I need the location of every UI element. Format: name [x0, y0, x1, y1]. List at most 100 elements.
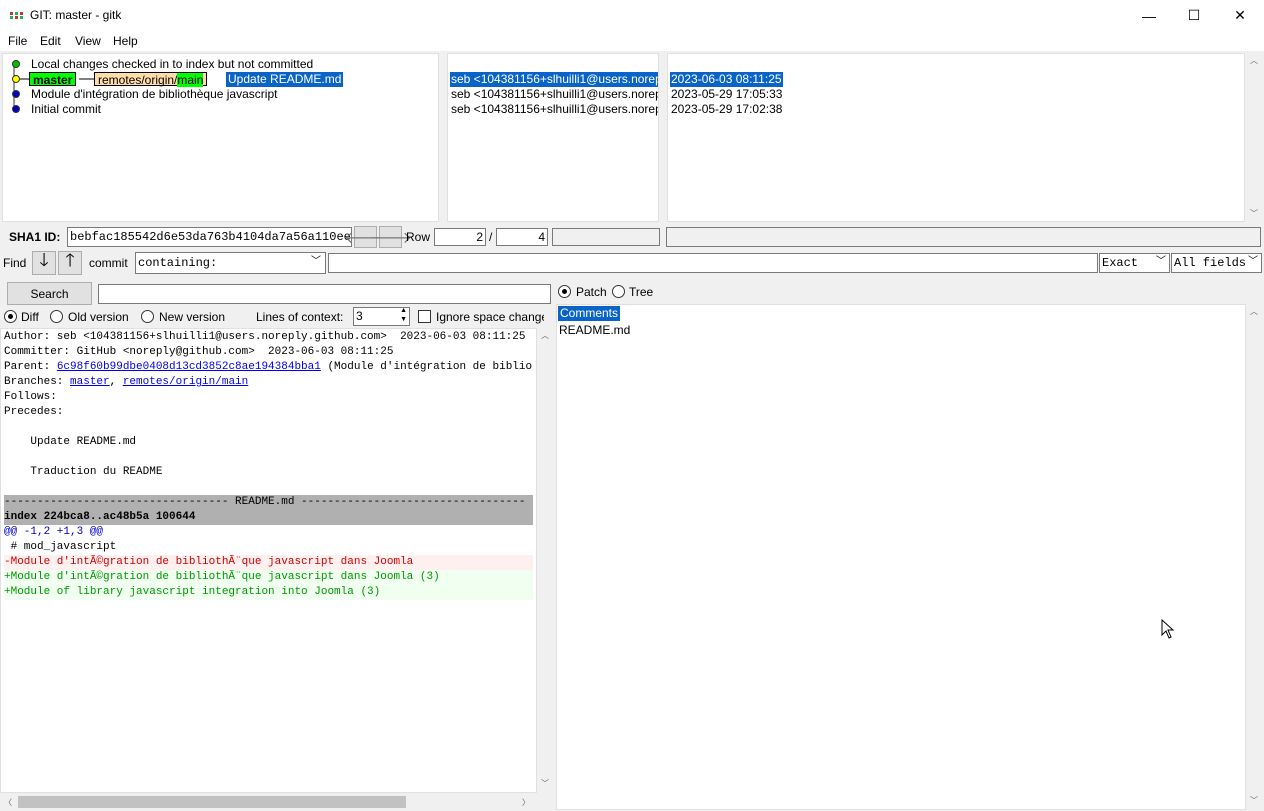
- hunk-header: @@ -1,2 +1,3 @@: [4, 526, 104, 538]
- added-line: +Module of library javascript integratio…: [4, 585, 533, 600]
- commit-subject-selected[interactable]: Update README.md: [226, 72, 344, 87]
- file-item-comments[interactable]: Comments: [558, 306, 621, 321]
- menu-help[interactable]: Help: [113, 34, 138, 48]
- new-version-radio[interactable]: [141, 310, 154, 323]
- chevron-down-icon: ﹀: [1248, 257, 1258, 268]
- row-current: 2: [434, 228, 486, 246]
- commit-date[interactable]: 2023-05-29 17:05:33: [671, 87, 782, 102]
- commit-dot: [12, 60, 20, 68]
- parent-label: Parent:: [4, 361, 57, 373]
- commit-author[interactable]: seb <104381156+slhuilli1@users.noreply.g…: [451, 87, 658, 102]
- added-line: +Module d'intÃ©gration de bibliothÃ¨que …: [4, 570, 533, 585]
- scroll-up-icon[interactable]: ︿: [1250, 55, 1258, 66]
- chevron-down-icon: ﹀: [311, 257, 321, 268]
- commit-date-selected[interactable]: 2023-06-03 08:11:25: [670, 72, 783, 87]
- find-mode-select[interactable]: containing: ﹀: [135, 252, 326, 274]
- match-type-value: Exact: [1102, 256, 1139, 270]
- commit-subject[interactable]: Local changes checked in to index but no…: [31, 57, 313, 72]
- branch-link-remote[interactable]: remotes/origin/main: [123, 376, 248, 388]
- context-line: # mod_javascript: [4, 541, 117, 553]
- deleted-line: -Module d'intÃ©gration de bibliothÃ¨que …: [4, 555, 533, 570]
- diff-author: Author: seb <104381156+slhuilli1@users.n…: [4, 331, 526, 343]
- commit-author-pane[interactable]: seb <104381156+slhuilli1@users.noreply.g…: [447, 53, 659, 222]
- commit-date[interactable]: 2023-05-29 17:02:38: [671, 102, 782, 117]
- branch-tag-master[interactable]: master: [29, 72, 77, 87]
- patch-label: Patch: [576, 285, 607, 299]
- window-title: GIT: master - gitk: [30, 8, 122, 22]
- file-header: ---------------------------------- READM…: [4, 495, 533, 510]
- branch-link-master[interactable]: master: [70, 376, 110, 388]
- diff-vertical-scrollbar[interactable]: ︿ ﹀: [537, 328, 553, 793]
- spinner-arrows-icon[interactable]: ▲ ▼: [400, 308, 407, 324]
- commit-author[interactable]: seb <104381156+slhuilli1@users.noreply.g…: [451, 102, 658, 117]
- commit-subject[interactable]: Initial commit: [31, 102, 101, 117]
- search-button[interactable]: Search: [7, 282, 92, 305]
- find-input[interactable]: [328, 253, 1098, 273]
- diff-committer: Committer: GitHub <noreply@github.com> 2…: [4, 346, 394, 358]
- tag-connector: [79, 78, 95, 80]
- find-next-button[interactable]: 🡓: [32, 250, 56, 275]
- scroll-down-icon[interactable]: ﹀: [541, 778, 549, 789]
- scroll-up-icon[interactable]: ︿: [541, 330, 549, 341]
- diff-radio-label: Diff: [21, 310, 39, 324]
- scrollbar-thumb[interactable]: [18, 796, 406, 808]
- progress-bar: [552, 228, 660, 246]
- branch-separator: ,: [109, 376, 123, 388]
- old-version-radio[interactable]: [50, 310, 63, 323]
- diff-parent: Parent: 6c98f60b99dbe0408d13cd3852c8ae19…: [4, 360, 533, 375]
- parent-hash-link[interactable]: 6c98f60b99dbe0408d13cd3852c8ae194384bba1: [57, 361, 321, 373]
- remote-prefix: remotes/origin/: [98, 73, 178, 87]
- commit-list-scrollbar[interactable]: ︿ ﹀: [1246, 53, 1262, 222]
- commit-subject[interactable]: Module d'intégration de bibliothèque jav…: [31, 87, 277, 102]
- minimize-button[interactable]: —: [1126, 0, 1172, 31]
- find-prev-button[interactable]: 🡑: [58, 250, 82, 275]
- search-input[interactable]: [98, 284, 551, 304]
- remote-branch-name: main: [177, 73, 204, 87]
- diff-horizontal-scrollbar[interactable]: 〈 〉: [0, 794, 537, 810]
- commit-message-line: Update README.md: [4, 436, 137, 448]
- chevron-down-icon: ﹀: [1156, 257, 1166, 268]
- gitk-app-icon: [10, 12, 24, 19]
- forward-button[interactable]: 🡒: [369, 226, 412, 248]
- title-bar: GIT: master - gitk — ☐ ✕: [0, 0, 1264, 31]
- row-total: 4: [496, 228, 548, 246]
- sha1-label: SHA1 ID:: [9, 230, 61, 244]
- menu-view[interactable]: View: [75, 34, 101, 48]
- find-fields-value: All fields: [1174, 256, 1247, 270]
- scroll-up-icon[interactable]: ︿: [1250, 306, 1258, 317]
- file-item[interactable]: README.md: [559, 323, 630, 338]
- status-field: [666, 227, 1261, 247]
- menu-file[interactable]: File: [8, 34, 27, 48]
- find-fields-select[interactable]: All fields ﹀: [1171, 253, 1262, 273]
- tree-radio[interactable]: [612, 285, 625, 298]
- commit-message-line: Traduction du README: [4, 466, 163, 478]
- context-lines-spinner[interactable]: 3 ▲ ▼: [353, 307, 410, 326]
- scroll-down-icon[interactable]: ﹀: [1250, 795, 1258, 806]
- commit-graph-pane[interactable]: Local changes checked in to index but no…: [2, 53, 439, 222]
- minimize-icon: —: [1142, 7, 1156, 24]
- close-button[interactable]: ✕: [1217, 0, 1263, 31]
- ignore-space-label: Ignore space change: [436, 310, 544, 324]
- row-separator: /: [489, 230, 493, 244]
- diff-branches: Branches: master, remotes/origin/main: [4, 375, 533, 390]
- maximize-icon: ☐: [1187, 7, 1201, 23]
- commit-author-selected[interactable]: seb <104381156+slhuilli1@users.noreply.g…: [450, 72, 658, 87]
- diff-radio[interactable]: [4, 310, 17, 323]
- old-version-label: Old version: [68, 310, 129, 324]
- ignore-space-checkbox[interactable]: [418, 310, 431, 323]
- match-type-select[interactable]: Exact ﹀: [1099, 253, 1170, 273]
- file-list-scrollbar[interactable]: ︿ ﹀: [1246, 304, 1262, 810]
- remote-branch-tag[interactable]: remotes/origin/main: [94, 72, 208, 87]
- menu-edit[interactable]: Edit: [40, 34, 61, 48]
- commit-date-pane[interactable]: 2023-06-03 08:11:25 2023-05-29 17:05:33 …: [667, 53, 1245, 222]
- sha1-input[interactable]: bebfac185542d6e53da763b4104da7a56a110ee4: [67, 227, 352, 247]
- patch-radio[interactable]: [558, 285, 571, 298]
- arrow-down-icon: 🡓: [39, 250, 49, 270]
- file-list-pane[interactable]: Comments README.md: [556, 304, 1246, 810]
- scroll-right-icon[interactable]: 〉: [522, 797, 530, 808]
- find-commit-label: commit: [89, 256, 128, 270]
- scroll-left-icon[interactable]: 〈: [4, 797, 12, 808]
- maximize-button[interactable]: ☐: [1171, 0, 1217, 31]
- scroll-down-icon[interactable]: ﹀: [1250, 208, 1258, 219]
- diff-pane[interactable]: Author: seb <104381156+slhuilli1@users.n…: [0, 328, 537, 793]
